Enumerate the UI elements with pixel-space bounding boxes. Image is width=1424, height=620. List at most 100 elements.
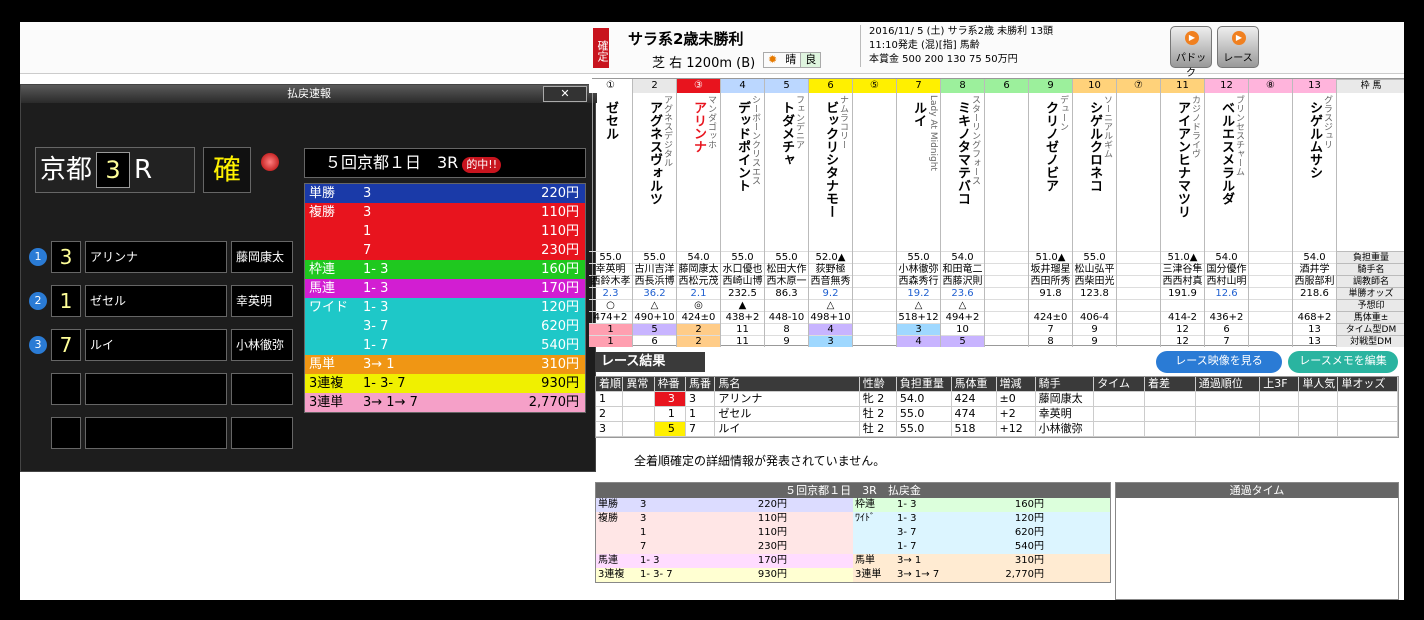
horse-name[interactable]: アグネスヴォルツ	[647, 101, 662, 241]
match-dm: 1	[589, 335, 632, 347]
weight: 51.0▲	[1029, 251, 1072, 263]
passing-time-title: 通過タイム	[1116, 483, 1398, 498]
match-dm: 12	[1161, 335, 1204, 347]
horse-name[interactable]: アイアンヒナマツリ	[1175, 101, 1190, 241]
horse-column[interactable]: 9 デューン クリノゼノビア 51.0▲ 坂井瑠星 西田所秀 91.8 424±0 7 8	[1029, 79, 1073, 347]
horse-name[interactable]: シゲルクロネコ	[1087, 101, 1102, 241]
match-dm: 13	[1293, 335, 1336, 347]
info-line: 11:10発走 (混)[指] 馬齢	[869, 40, 980, 51]
horse-column[interactable]: 6	[985, 79, 1029, 347]
horse-number	[51, 373, 81, 405]
race-video-link[interactable]: レース映像を見る	[1156, 351, 1282, 373]
payout-type: 枠連	[309, 262, 336, 277]
odds: 9.2	[809, 287, 852, 299]
horse-column[interactable]: ⑦	[1117, 79, 1161, 347]
time-dm	[985, 323, 1028, 335]
result-cell: 3	[654, 392, 686, 406]
horse-column[interactable]: 12 ブリンセスチャーム ベルエスメラルダ 54.0 国分優作 西村山明 12.6 436+2…	[1205, 79, 1249, 347]
horse-column[interactable]: 11 カジノドライヴ アイアンヒナマツリ 51.0▲ 三津谷隼 西西村真 191.9 414-…	[1161, 79, 1205, 347]
result-cell	[623, 392, 655, 406]
horse-column[interactable]: 5 フェンデニア トダメチャ 55.0 松田大作 西木原一 86.3 448-10 8 9	[765, 79, 809, 347]
time-dm: 11	[721, 323, 764, 335]
trainer: 西松元茂	[677, 275, 720, 287]
horse-name[interactable]: アリンナ	[691, 101, 706, 241]
results-row[interactable]: 2 1 1 ゼセル牡 2 55.0 474 +2 幸英明	[596, 407, 1398, 422]
waku-number: 6	[985, 79, 1028, 93]
horse-column[interactable]: ① ゼセル 55.0 幸英明 西鈴木孝 2.3 ○ 474+2 1 1	[589, 79, 633, 347]
horse-column[interactable]: 13 グラスジュリ シゲルムサシ 54.0 酒井学 西服部利 218.6 468+2 13 13	[1293, 79, 1337, 347]
prediction-mark	[1161, 299, 1204, 311]
result-cell: 1	[596, 392, 624, 406]
payout-combo: 1- 3	[363, 262, 389, 277]
results-header-row: 着順 異常 枠番 馬番 馬名 性齢 負担重量 馬体重 増減 騎手 タイム 着差 通過順位 上3F 単人気 単オ…	[596, 377, 1398, 392]
rank-icon: 1	[29, 248, 47, 266]
results-row[interactable]: 3 5 7 ルイ牡 2 55.0 518 +12 小林徹弥	[596, 422, 1398, 437]
match-dm: 9	[1073, 335, 1116, 347]
horse-name[interactable]: ミキノタマテバコ	[955, 101, 970, 241]
race-video-button[interactable]: ▶ レース	[1217, 26, 1259, 68]
horse-column[interactable]: 7 Lady At Midnight ルイ 55.0 小林徹弥 西森秀行 19.2 △ 518+…	[897, 79, 941, 347]
result-cell: 54.0	[897, 392, 952, 406]
horse-column[interactable]: ③ マンダゴッホ アリンナ 54.0 藤岡康太 西松元茂 2.1 ◎ 424±0 2 2	[677, 79, 721, 347]
prediction-mark: △	[809, 299, 852, 311]
time-dm: 6	[1205, 323, 1248, 335]
horse-column[interactable]: 4 シーボーンクリスエス デッドポイント 55.0 水口優也 西崎山博 232.5 ▲ 438+…	[721, 79, 765, 347]
horse-name[interactable]: デッドポイント	[735, 101, 750, 241]
payout-value: 2,770円	[528, 395, 579, 410]
horse-name[interactable]: ベルエスメラルダ	[1219, 101, 1234, 241]
result-cell: 幸英明	[1036, 407, 1095, 421]
trainer: 西鈴木孝	[589, 275, 632, 287]
weight: 54.0	[1205, 251, 1248, 263]
horse-name[interactable]: シゲルムサシ	[1307, 101, 1322, 241]
odds: 232.5	[721, 287, 764, 299]
row-label: 馬体重±	[1337, 311, 1404, 323]
payout-type	[305, 336, 363, 355]
horse-column[interactable]: ⑤	[853, 79, 897, 347]
close-button[interactable]: ✕	[543, 86, 587, 102]
payout-summary: ５回京都１日 3R 払戻金 単勝 3 220円 枠連 1- 3 160円 複勝 3 110円 ﾜｲ…	[595, 482, 1111, 583]
horse-column[interactable]: 2 アグネスデジタル アグネスヴォルツ 55.0 古川吉洋 西長浜博 36.2 △ 490+10…	[633, 79, 677, 347]
body-weight	[1117, 311, 1160, 323]
payout-row: 馬単 3→ 1 310円	[305, 355, 585, 374]
payout-type: 複勝	[309, 205, 336, 220]
app-frame: 確定 サラ系2歳未勝利 芝 右 1200m (B) ✹ 晴 良 2016/11/…	[20, 22, 1404, 600]
horse-name[interactable]: ゼセル	[603, 101, 618, 241]
weight: 55.0	[633, 251, 676, 263]
results-row[interactable]: 1 3 3 アリンナ牝 2 54.0 424 ±0 藤岡康太	[596, 392, 1398, 407]
race-number: 3	[96, 152, 131, 188]
horse-name[interactable]: ルイ	[911, 101, 926, 241]
column-header: 着順	[596, 377, 624, 391]
result-cell	[1145, 392, 1196, 406]
sire-name: スターリングフォース	[970, 95, 980, 185]
horse-column[interactable]: 6 ナムラコリー ビックリシタナモー 52.0▲ 荻野極 西音無秀 9.2 △ 498+10 4 3	[809, 79, 853, 347]
paddock-button[interactable]: ▶ パドック	[1170, 26, 1212, 79]
payout-row: 馬連 1- 3 170円	[305, 279, 585, 298]
payout-summary-row: 単勝 3 220円 枠連 1- 3 160円	[596, 498, 1110, 512]
horse-column[interactable]: 8 スターリングフォース ミキノタマテバコ 54.0 和田竜二 西藤沢則 23.6 △ 494+…	[941, 79, 985, 347]
payout-value: 310円	[1014, 555, 1044, 566]
payout-type	[305, 222, 363, 241]
result-cell: 2	[596, 407, 624, 421]
payout-header: ５回京都１日 3R 的中!!	[304, 148, 586, 178]
horse-name[interactable]: トダメチャ	[779, 101, 794, 241]
horse-name[interactable]: ビックリシタナモー	[823, 101, 838, 241]
rank-icon	[29, 380, 47, 398]
payout-type: 3連複	[598, 569, 625, 580]
match-dm: 8	[1029, 335, 1072, 347]
result-cell	[1260, 422, 1300, 436]
horse-name[interactable]: クリノゼノビア	[1043, 101, 1058, 241]
prediction-mark: ◎	[677, 299, 720, 311]
race-name: サラ系2歳未勝利	[628, 30, 744, 48]
payout-left: 複勝 3 110円	[596, 512, 853, 526]
column-header: 単人気	[1299, 377, 1339, 391]
payout-combo: 1- 3	[897, 499, 917, 510]
result-cell	[1338, 407, 1398, 421]
race-memo-button[interactable]: レースメモを編集	[1288, 351, 1398, 373]
payout-combo: 3→ 1	[363, 357, 395, 372]
column-header: 着差	[1145, 377, 1196, 391]
info-line: 本賞金 500 200 130 75 50万円	[869, 54, 1018, 65]
horse-column[interactable]: ⑧	[1249, 79, 1293, 347]
horse-column[interactable]: 10 ソーニアルギム シゲルクロネコ 55.0 松山弘平 西柴田光 123.8 406-4 9 9	[1073, 79, 1117, 347]
jockey-name: 幸英明	[231, 285, 293, 317]
weight	[985, 251, 1028, 263]
